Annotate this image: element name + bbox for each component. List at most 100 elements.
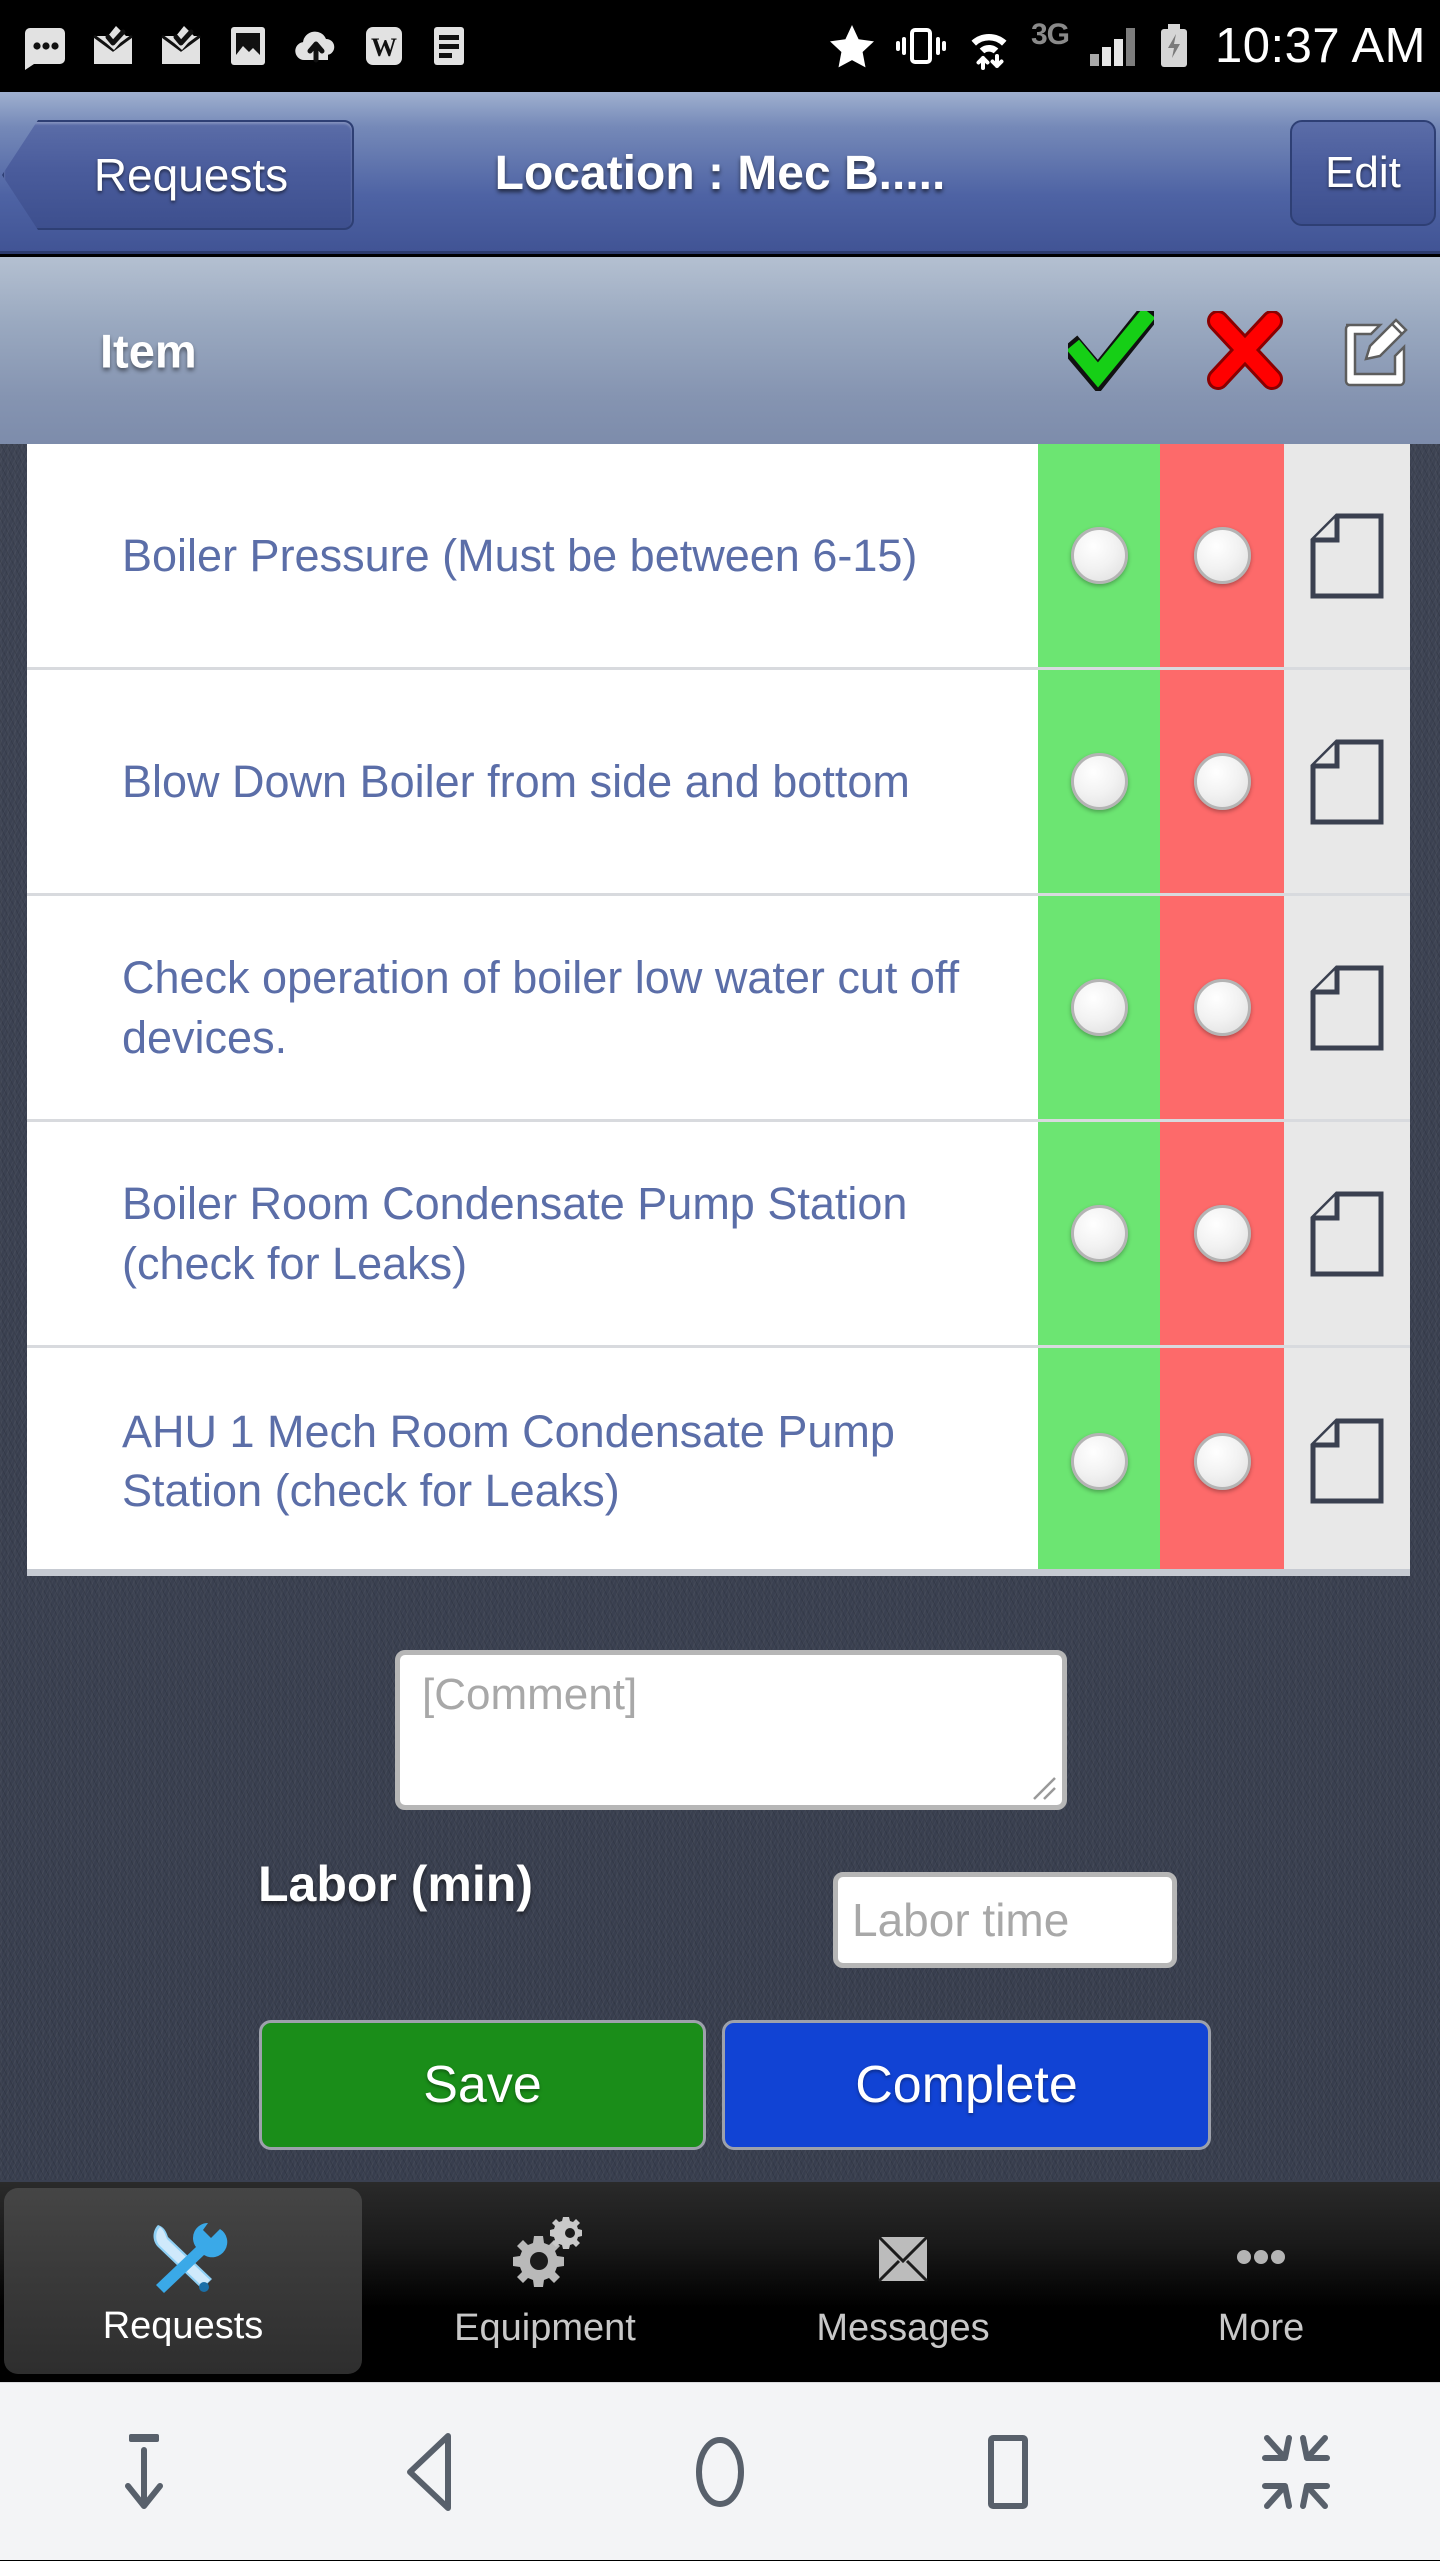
bottom-tab-bar: Requests Equipment Messages More bbox=[0, 2180, 1440, 2384]
mail-check-icon bbox=[161, 26, 201, 64]
home-icon bbox=[696, 2436, 744, 2507]
row-fail-cell[interactable] bbox=[1160, 1122, 1284, 1345]
row-ok-cell[interactable] bbox=[1038, 896, 1160, 1119]
resize-grip-icon[interactable] bbox=[1028, 1772, 1056, 1800]
shrink-screen-icon bbox=[1262, 2434, 1330, 2509]
star-icon bbox=[829, 25, 874, 68]
document-note-icon[interactable] bbox=[1309, 738, 1385, 826]
status-bar: W 3G 10:37 AM bbox=[0, 0, 1440, 92]
more-dots-icon bbox=[25, 28, 65, 70]
battery-charging-icon bbox=[1160, 24, 1187, 67]
fail-radio-button[interactable] bbox=[1193, 979, 1251, 1036]
row-label-cell: AHU 1 Mech Room Condensate Pump Station … bbox=[27, 1348, 1038, 1569]
text-doc-icon bbox=[434, 27, 464, 65]
android-navigation-bar bbox=[0, 2382, 1440, 2560]
ok-radio-button[interactable] bbox=[1070, 979, 1128, 1036]
complete-button-label: Complete bbox=[855, 2056, 1078, 2114]
row-label-cell: Check operation of boiler low water cut … bbox=[27, 896, 1038, 1119]
labor-label: Labor (min) bbox=[258, 1856, 533, 1912]
recents-icon bbox=[988, 2434, 1028, 2509]
signal-bars-icon bbox=[1089, 28, 1135, 66]
envelope-icon bbox=[856, 2217, 950, 2301]
network-type-label: 3G bbox=[1030, 18, 1070, 51]
table-row[interactable]: Check operation of boiler low water cut … bbox=[27, 896, 1410, 1122]
hide-keyboard-icon bbox=[125, 2433, 163, 2509]
labor-time-input[interactable]: Labor time bbox=[833, 1872, 1177, 1968]
tab-requests[interactable]: Requests bbox=[4, 2188, 362, 2374]
back-icon bbox=[407, 2432, 451, 2511]
edit-note-icon bbox=[1344, 317, 1408, 386]
tab-equipment[interactable]: Equipment bbox=[366, 2182, 724, 2384]
row-ok-cell[interactable] bbox=[1038, 670, 1160, 893]
edit-button[interactable]: Edit bbox=[1290, 120, 1436, 226]
row-note-cell[interactable] bbox=[1284, 444, 1410, 667]
tab-label: Messages bbox=[816, 2306, 990, 2349]
row-note-cell[interactable] bbox=[1284, 896, 1410, 1119]
save-button-label: Save bbox=[423, 2056, 542, 2114]
row-fail-cell[interactable] bbox=[1160, 670, 1284, 893]
fail-radio-button[interactable] bbox=[1193, 1432, 1251, 1490]
table-row[interactable]: Boiler Room Condensate Pump Station (che… bbox=[27, 1122, 1410, 1348]
gears-icon bbox=[498, 2216, 592, 2301]
back-button-requests[interactable]: Requests bbox=[2, 120, 354, 230]
fail-radio-button[interactable] bbox=[1193, 527, 1251, 584]
document-note-icon[interactable] bbox=[1309, 964, 1385, 1052]
row-label-cell: Boiler Pressure (Must be between 6-15) bbox=[27, 444, 1038, 667]
back-button[interactable] bbox=[337, 2383, 527, 2561]
hide-keyboard-button[interactable] bbox=[49, 2383, 239, 2561]
checklist-header: Item bbox=[0, 257, 1440, 444]
row-label-text: Blow Down Boiler from side and bottom bbox=[122, 755, 910, 807]
row-fail-cell[interactable] bbox=[1160, 444, 1284, 667]
row-label-cell: Boiler Room Condensate Pump Station (che… bbox=[27, 1122, 1038, 1345]
row-note-cell[interactable] bbox=[1284, 670, 1410, 893]
tab-label: More bbox=[1217, 2306, 1305, 2349]
status-bar-notifications: W bbox=[22, 22, 470, 70]
document-note-icon[interactable] bbox=[1309, 512, 1385, 600]
more-dots-icon bbox=[1214, 2217, 1308, 2301]
row-fail-cell[interactable] bbox=[1160, 1348, 1284, 1569]
word-doc-icon: W bbox=[366, 27, 402, 65]
tab-label: Requests bbox=[102, 2304, 264, 2347]
row-label-text: Boiler Room Condensate Pump Station (che… bbox=[122, 1178, 908, 1289]
complete-button[interactable]: Complete bbox=[722, 2020, 1211, 2150]
table-row[interactable]: Blow Down Boiler from side and bottom bbox=[27, 670, 1410, 896]
row-note-cell[interactable] bbox=[1284, 1122, 1410, 1345]
row-note-cell[interactable] bbox=[1284, 1348, 1410, 1569]
row-ok-cell[interactable] bbox=[1038, 1122, 1160, 1345]
tab-more[interactable]: More bbox=[1082, 2182, 1440, 2384]
checklist-table[interactable]: Boiler Pressure (Must be between 6-15) B… bbox=[27, 444, 1410, 1576]
wifi-transfer-icon bbox=[971, 34, 1007, 70]
green-check-icon bbox=[1068, 310, 1154, 391]
tab-messages[interactable]: Messages bbox=[724, 2182, 1082, 2384]
mail-check-icon bbox=[93, 26, 133, 64]
home-button[interactable] bbox=[625, 2383, 815, 2561]
ok-radio-button[interactable] bbox=[1070, 1205, 1128, 1262]
column-header-item: Item bbox=[100, 324, 197, 377]
gallery-image-icon bbox=[231, 27, 265, 65]
row-label-text: Boiler Pressure (Must be between 6-15) bbox=[122, 529, 918, 581]
app-navigation-bar: Requests Location : Mec B..... Edit bbox=[0, 92, 1440, 254]
shrink-screen-button[interactable] bbox=[1201, 2383, 1391, 2561]
cloud-upload-icon bbox=[295, 31, 335, 63]
recents-button[interactable] bbox=[913, 2383, 1103, 2561]
tools-icon bbox=[136, 2215, 230, 2299]
table-row[interactable]: Boiler Pressure (Must be between 6-15) bbox=[27, 444, 1410, 670]
table-row[interactable]: AHU 1 Mech Room Condensate Pump Station … bbox=[27, 1348, 1410, 1569]
row-ok-cell[interactable] bbox=[1038, 444, 1160, 667]
clock-label: 10:37 AM bbox=[1214, 19, 1426, 73]
row-ok-cell[interactable] bbox=[1038, 1348, 1160, 1569]
save-button[interactable]: Save bbox=[259, 2020, 706, 2150]
comment-placeholder-text: [Comment] bbox=[422, 1670, 638, 1719]
ok-radio-button[interactable] bbox=[1070, 527, 1128, 584]
fail-radio-button[interactable] bbox=[1193, 753, 1251, 810]
column-header-icons bbox=[1068, 310, 1416, 391]
ok-radio-button[interactable] bbox=[1070, 1432, 1128, 1490]
fail-radio-button[interactable] bbox=[1193, 1205, 1251, 1262]
row-label-text: AHU 1 Mech Room Condensate Pump Station … bbox=[122, 1405, 895, 1516]
comment-input[interactable]: [Comment] bbox=[395, 1650, 1067, 1810]
document-note-icon[interactable] bbox=[1309, 1190, 1385, 1278]
row-fail-cell[interactable] bbox=[1160, 896, 1284, 1119]
document-note-icon[interactable] bbox=[1309, 1417, 1385, 1505]
status-bar-system: 3G 10:37 AM bbox=[827, 18, 1426, 74]
ok-radio-button[interactable] bbox=[1070, 753, 1128, 810]
